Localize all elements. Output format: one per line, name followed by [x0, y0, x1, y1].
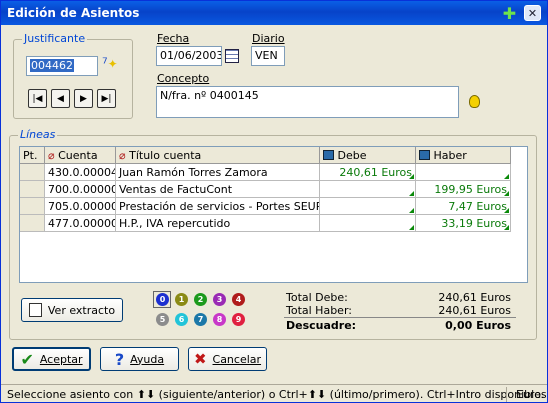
descuadre-value: 0,00 Euros [445, 319, 511, 332]
col-pt[interactable]: Pt. [20, 147, 45, 164]
next-record-button[interactable]: ▶ [74, 89, 93, 108]
color-marker-2[interactable]: 2 [194, 293, 207, 306]
debe-cell[interactable] [320, 215, 416, 232]
color-marker-8[interactable]: 8 [213, 313, 226, 326]
table-row[interactable]: 700.0.000001 Ventas de FactuCont 199,95 … [20, 181, 511, 198]
calendar-icon[interactable] [225, 49, 239, 63]
currency-indicator: Euros [506, 387, 547, 402]
row-indicator[interactable] [20, 164, 45, 181]
col-titulo-cuenta[interactable]: ⌀ Título cuenta [116, 147, 320, 164]
color-marker-3[interactable]: 3 [213, 293, 226, 306]
total-debe-value: 240,61 Euros [438, 291, 511, 304]
concepto-label: Concepto [157, 72, 210, 85]
justificante-value: 004462 [30, 59, 74, 72]
last-record-button[interactable]: ▶| [97, 89, 116, 108]
previous-record-button[interactable]: ◀ [51, 89, 70, 108]
haber-cell[interactable]: 33,19 Euros [416, 215, 511, 232]
grid-header: Pt. ⌀ Cuenta ⌀ Título cuenta Debe Haber [20, 147, 511, 164]
ver-extracto-button[interactable]: Ver extracto [21, 298, 123, 322]
haber-cell[interactable]: 7,47 Euros [416, 198, 511, 215]
total-haber-value: 240,61 Euros [438, 304, 511, 317]
cuenta-cell[interactable]: 477.0.000001 [45, 215, 116, 232]
color-marker-1[interactable]: 1 [175, 293, 188, 306]
total-haber-label: Total Haber: [286, 304, 352, 317]
row-indicator[interactable] [20, 198, 45, 215]
haber-cell[interactable] [416, 164, 511, 181]
row-indicator[interactable] [20, 181, 45, 198]
checkmark-icon: ✔ [20, 349, 34, 369]
titulo-cell[interactable]: Prestación de servicios - Portes SEUR [116, 198, 320, 215]
diario-value: VEN [255, 49, 278, 62]
titulo-cell[interactable]: H.P., IVA repercutido [116, 215, 320, 232]
status-bar: Seleccione asiento con ⬆⬇ (siguiente/ant… [1, 384, 547, 402]
color-marker-6[interactable]: 6 [175, 313, 188, 326]
concepto-value: N/fra. nº 0400145 [160, 89, 259, 102]
col-cuenta[interactable]: ⌀ Cuenta [45, 147, 116, 164]
status-message: Seleccione asiento con ⬆⬇ (siguiente/ant… [7, 388, 545, 401]
diario-field[interactable]: VEN [251, 46, 285, 66]
new-number-icon[interactable]: ⁷✦ [102, 56, 118, 72]
haber-cell[interactable]: 199,95 Euros [416, 181, 511, 198]
cuenta-cell[interactable]: 430.0.000044 [45, 164, 116, 181]
cuenta-cell[interactable]: 705.0.000001 [45, 198, 116, 215]
col-debe[interactable]: Debe [320, 147, 416, 164]
lineas-label: Líneas [18, 128, 58, 141]
debe-cell[interactable] [320, 181, 416, 198]
totals-divider [284, 317, 516, 318]
debe-cell[interactable]: 240,61 Euros [320, 164, 416, 181]
color-marker-5[interactable]: 5 [156, 313, 169, 326]
calculator-icon [419, 150, 430, 160]
titulo-cell[interactable]: Juan Ramón Torres Zamora [116, 164, 320, 181]
clip-icon: ⌀ [119, 149, 126, 162]
fecha-label: Fecha [157, 32, 190, 45]
row-indicator[interactable] [20, 215, 45, 232]
total-debe-label: Total Debe: [286, 291, 348, 304]
color-marker-9[interactable]: 9 [232, 313, 245, 326]
concepto-field[interactable]: N/fra. nº 0400145 [156, 86, 459, 118]
diario-label: Diario [252, 32, 285, 45]
table-row[interactable]: 430.0.000044 Juan Ramón Torres Zamora 24… [20, 164, 511, 181]
color-marker-7[interactable]: 7 [194, 313, 207, 326]
lineas-grid[interactable]: Pt. ⌀ Cuenta ⌀ Título cuenta Debe Haber … [19, 146, 528, 283]
title-bar: Edición de Asientos ✚ ✕ [1, 1, 547, 25]
edicion-asientos-window: Edición de Asientos ✚ ✕ Justificante 004… [0, 0, 548, 403]
table-row[interactable]: 477.0.000001 H.P., IVA repercutido 33,19… [20, 215, 511, 232]
cancel-x-icon: ✖ [193, 350, 207, 368]
window-title: Edición de Asientos [7, 6, 140, 20]
color-marker-4[interactable]: 4 [232, 293, 245, 306]
first-record-button[interactable]: |◀ [28, 89, 47, 108]
cancelar-button[interactable]: ✖ Cancelar [188, 347, 267, 371]
debe-cell[interactable] [320, 198, 416, 215]
close-button[interactable]: ✕ [524, 5, 541, 21]
justificante-label: Justificante [22, 32, 88, 45]
descuadre-label: Descuadre: [286, 319, 357, 332]
table-row[interactable]: 705.0.000001 Prestación de servicios - P… [20, 198, 511, 215]
fecha-value: 01/06/2003 [160, 49, 222, 62]
col-haber[interactable]: Haber [416, 147, 511, 164]
lightbulb-icon[interactable] [469, 95, 480, 108]
clip-icon: ⌀ [48, 149, 55, 162]
color-marker-0[interactable]: 0 [156, 293, 169, 306]
add-icon[interactable]: ✚ [501, 4, 518, 23]
cuenta-cell[interactable]: 700.0.000001 [45, 181, 116, 198]
ayuda-button[interactable]: ? Ayuda [100, 347, 179, 371]
calculator-icon [323, 150, 334, 160]
justificante-field[interactable]: 004462 [26, 56, 98, 76]
aceptar-button[interactable]: ✔ Aceptar [12, 347, 91, 371]
document-icon [28, 303, 42, 317]
titulo-cell[interactable]: Ventas de FactuCont [116, 181, 320, 198]
help-icon: ? [114, 349, 125, 369]
fecha-field[interactable]: 01/06/2003 [156, 46, 222, 66]
